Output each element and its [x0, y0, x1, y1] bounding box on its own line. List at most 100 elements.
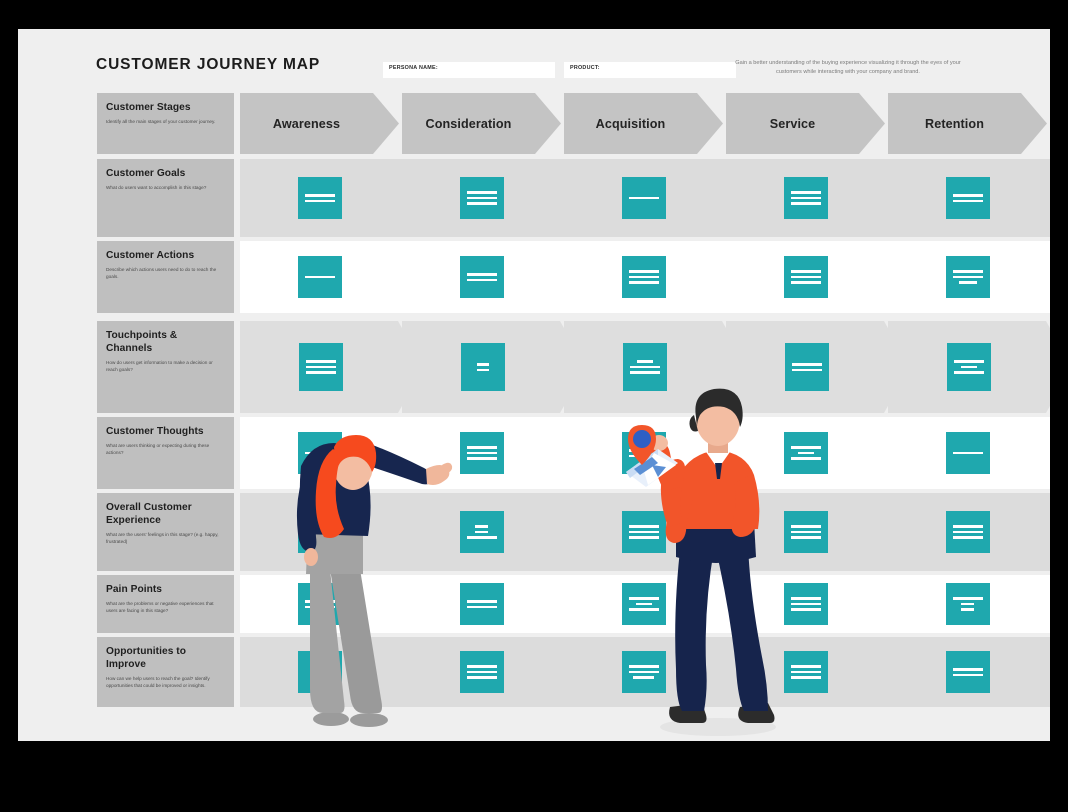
row-label-opportunities-to-improve[interactable]: Opportunities to Improve How can we help …	[97, 637, 234, 707]
sticky-note-card[interactable]	[621, 256, 666, 298]
journey-cell[interactable]	[726, 637, 885, 707]
journey-cell[interactable]	[726, 321, 910, 413]
sticky-note-card[interactable]	[945, 651, 990, 693]
sticky-note-card[interactable]	[297, 256, 342, 298]
journey-cell[interactable]	[564, 575, 723, 633]
row-label-customer-goals[interactable]: Customer Goals What do users want to acco…	[97, 159, 234, 237]
journey-cell[interactable]	[240, 493, 399, 571]
stage-header-consideration[interactable]: Consideration	[402, 93, 561, 154]
journey-cell[interactable]	[240, 159, 399, 237]
journey-row-touchpoints-channels: Touchpoints & Channels How do users get i…	[18, 321, 1050, 413]
sticky-note-card[interactable]	[783, 177, 828, 219]
journey-cell[interactable]	[402, 321, 586, 413]
journey-cell[interactable]	[888, 159, 1047, 237]
card-text-line	[952, 667, 983, 671]
journey-cell[interactable]	[240, 241, 399, 313]
stage-header-awareness[interactable]: Awareness	[240, 93, 399, 154]
journey-cell[interactable]	[402, 575, 561, 633]
product-field[interactable]: PRODUCT:	[564, 62, 736, 78]
stage-header-retention[interactable]: Retention	[888, 93, 1047, 154]
sticky-note-card[interactable]	[783, 256, 828, 298]
row-label-customer-actions[interactable]: Customer Actions Describe which actions u…	[97, 241, 234, 313]
journey-cell[interactable]	[402, 159, 561, 237]
sticky-note-card[interactable]	[459, 256, 504, 298]
journey-cell[interactable]	[402, 417, 561, 489]
sticky-note-card[interactable]	[945, 432, 990, 474]
sticky-note-card[interactable]	[945, 177, 990, 219]
sticky-note-card[interactable]	[297, 432, 342, 474]
journey-cell[interactable]	[726, 493, 885, 571]
journey-cell[interactable]	[402, 493, 561, 571]
journey-cell[interactable]	[564, 493, 723, 571]
sticky-note-card[interactable]	[297, 511, 342, 553]
sticky-note-card[interactable]	[945, 256, 990, 298]
card-text-line	[792, 362, 822, 366]
row-label-touchpoints-channels[interactable]: Touchpoints & Channels How do users get i…	[97, 321, 234, 413]
row-label-customer-thoughts[interactable]: Customer Thoughts What are users thinking…	[97, 417, 234, 489]
journey-cell[interactable]	[240, 637, 399, 707]
card-text-line	[633, 676, 654, 679]
journey-cell[interactable]	[888, 321, 1050, 413]
row-cells	[240, 241, 1050, 313]
sticky-note-card[interactable]	[459, 651, 504, 693]
journey-cell[interactable]	[402, 241, 561, 313]
journey-cell[interactable]	[402, 637, 561, 707]
sticky-note-card[interactable]	[783, 583, 828, 625]
journey-cell[interactable]	[564, 241, 723, 313]
stage-header-service[interactable]: Service	[726, 93, 885, 154]
card-text-line	[466, 457, 497, 460]
sticky-note-card[interactable]	[947, 343, 991, 391]
journey-cell[interactable]	[888, 241, 1047, 313]
journey-cell[interactable]	[726, 241, 885, 313]
journey-cell[interactable]	[888, 417, 1047, 489]
journey-cell[interactable]	[564, 417, 723, 489]
sticky-note-card[interactable]	[461, 343, 505, 391]
sticky-note-card[interactable]	[297, 583, 342, 625]
journey-cell[interactable]	[564, 159, 723, 237]
card-text-line	[790, 191, 821, 194]
row-label-customer-stages[interactable]: Customer Stages Identify all the main sta…	[97, 93, 234, 154]
sticky-note-card[interactable]	[297, 177, 342, 219]
card-text-line	[466, 451, 497, 455]
sticky-note-card[interactable]	[621, 177, 666, 219]
card-text-line	[466, 676, 497, 679]
sticky-note-card[interactable]	[299, 343, 343, 391]
sticky-note-card[interactable]	[459, 432, 504, 474]
journey-cell[interactable]	[564, 637, 723, 707]
sticky-note-card[interactable]	[459, 511, 504, 553]
sticky-note-card[interactable]	[785, 343, 829, 391]
card-text-line	[952, 673, 983, 677]
sticky-note-card[interactable]	[621, 432, 666, 474]
journey-cell[interactable]	[240, 321, 424, 413]
persona-name-field[interactable]: PERSONA NAME:	[383, 62, 555, 78]
journey-cell[interactable]	[564, 321, 748, 413]
row-label-pain-points[interactable]: Pain Points What are the problems or nega…	[97, 575, 234, 633]
card-text-line	[958, 281, 977, 284]
journey-cell[interactable]	[888, 637, 1047, 707]
sticky-note-card[interactable]	[459, 177, 504, 219]
stage-header-acquisition[interactable]: Acquisition	[564, 93, 723, 154]
journey-cell[interactable]	[726, 575, 885, 633]
sticky-note-card[interactable]	[945, 511, 990, 553]
journey-cell[interactable]	[726, 417, 885, 489]
sticky-note-card[interactable]	[623, 343, 667, 391]
journey-cell[interactable]	[726, 159, 885, 237]
card-text-line	[635, 602, 652, 606]
journey-cell[interactable]	[240, 575, 399, 633]
sticky-note-card[interactable]	[945, 583, 990, 625]
sticky-note-card[interactable]	[783, 432, 828, 474]
sticky-note-card[interactable]	[297, 651, 342, 693]
sticky-note-card[interactable]	[621, 583, 666, 625]
sticky-note-card[interactable]	[621, 511, 666, 553]
sticky-note-card[interactable]	[621, 651, 666, 693]
row-label-overall-customer-experience[interactable]: Overall Customer Experience What are the …	[97, 493, 234, 571]
card-text-line	[630, 365, 660, 369]
journey-cell[interactable]	[888, 493, 1047, 571]
sticky-note-card[interactable]	[783, 511, 828, 553]
sticky-note-card[interactable]	[459, 583, 504, 625]
journey-cell[interactable]	[888, 575, 1047, 633]
row-label-description: Describe which actions users need to do …	[106, 266, 217, 280]
sticky-note-card[interactable]	[783, 651, 828, 693]
journey-cell[interactable]	[240, 417, 399, 489]
card-text-line	[797, 451, 814, 455]
